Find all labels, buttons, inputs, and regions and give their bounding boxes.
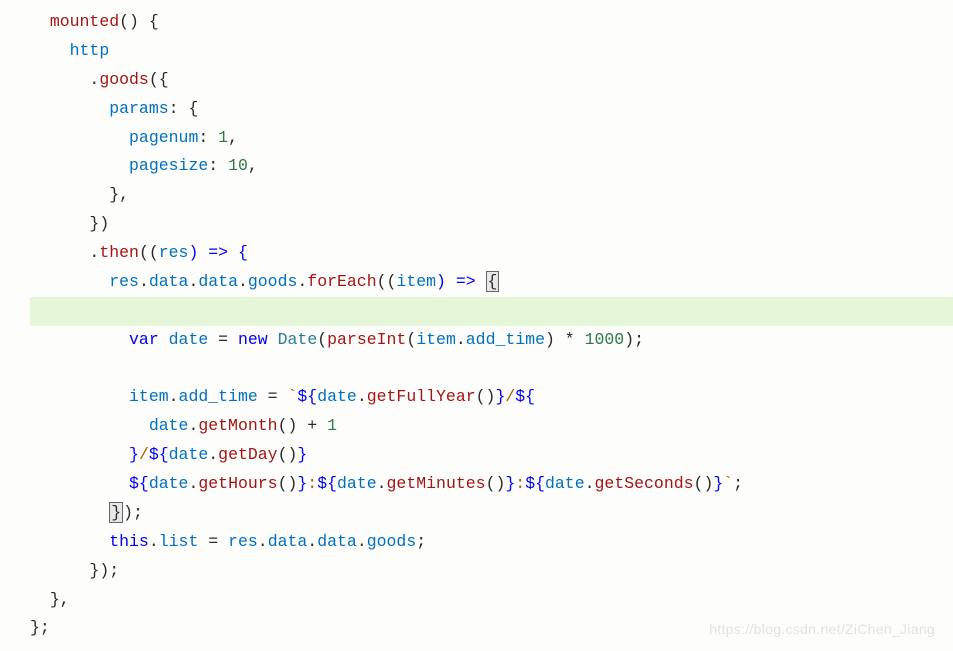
method-gethours: getHours — [198, 474, 277, 493]
line-13 — [30, 359, 40, 378]
method-getfullyear: getFullYear — [367, 387, 476, 406]
keyword-new: new — [238, 330, 268, 349]
key-pagesize: pagesize — [129, 156, 208, 175]
matching-brace-highlight: } — [109, 502, 123, 523]
line-10: res.data.data.goods.forEach((item) => { — [30, 271, 499, 292]
template-string: ` — [287, 387, 297, 406]
line-12: var date = new Date(parseInt(item.add_ti… — [30, 330, 644, 349]
matching-brace-highlight: { — [486, 271, 500, 292]
line-17: ${date.getHours()}:${date.getMinutes()}:… — [30, 474, 743, 493]
line-2: http — [30, 41, 109, 60]
line-14: item.add_time = `${date.getFullYear()}/$… — [30, 387, 535, 406]
line-16: }/${date.getDay()} — [30, 445, 307, 464]
line-22: }; — [30, 618, 50, 637]
watermark: https://blog.csdn.net/ZiChen_Jiang — [709, 617, 935, 642]
method-getseconds: getSeconds — [595, 474, 694, 493]
method-name: mounted — [50, 12, 119, 31]
keyword-var: var — [129, 330, 159, 349]
number-literal: 10 — [228, 156, 248, 175]
line-21: }, — [30, 590, 70, 609]
key-params: params — [109, 99, 168, 118]
highlighted-line — [30, 297, 953, 326]
line-8: }) — [30, 214, 109, 233]
fn-parseint: parseInt — [327, 330, 406, 349]
line-18: }); — [30, 502, 143, 523]
code-block: mounted() { http .goods({ params: { page… — [30, 8, 953, 643]
line-6: pagesize: 10, — [30, 156, 258, 175]
key-pagenum: pagenum — [129, 128, 198, 147]
line-3: .goods({ — [30, 70, 169, 89]
number-literal: 1000 — [585, 330, 625, 349]
method-then: then — [99, 243, 139, 262]
param-res: res — [159, 243, 189, 262]
line-1: mounted() { — [30, 12, 159, 31]
line-19: this.list = res.data.data.goods; — [30, 532, 426, 551]
method-getday: getDay — [218, 445, 277, 464]
method-getmonth: getMonth — [198, 416, 277, 435]
identifier-http: http — [70, 41, 110, 60]
method-getminutes: getMinutes — [387, 474, 486, 493]
var-date: date — [169, 330, 209, 349]
class-date: Date — [278, 330, 318, 349]
line-20: }); — [30, 561, 119, 580]
line-7: }, — [30, 185, 129, 204]
method-goods: goods — [99, 70, 149, 89]
param-item: item — [396, 272, 436, 291]
method-foreach: forEach — [307, 272, 376, 291]
line-5: pagenum: 1, — [30, 128, 238, 147]
line-15: date.getMonth() + 1 — [30, 416, 337, 435]
line-4: params: { — [30, 99, 198, 118]
number-literal: 1 — [218, 128, 228, 147]
keyword-this: this — [109, 532, 149, 551]
line-9: .then((res) => { — [30, 243, 248, 262]
